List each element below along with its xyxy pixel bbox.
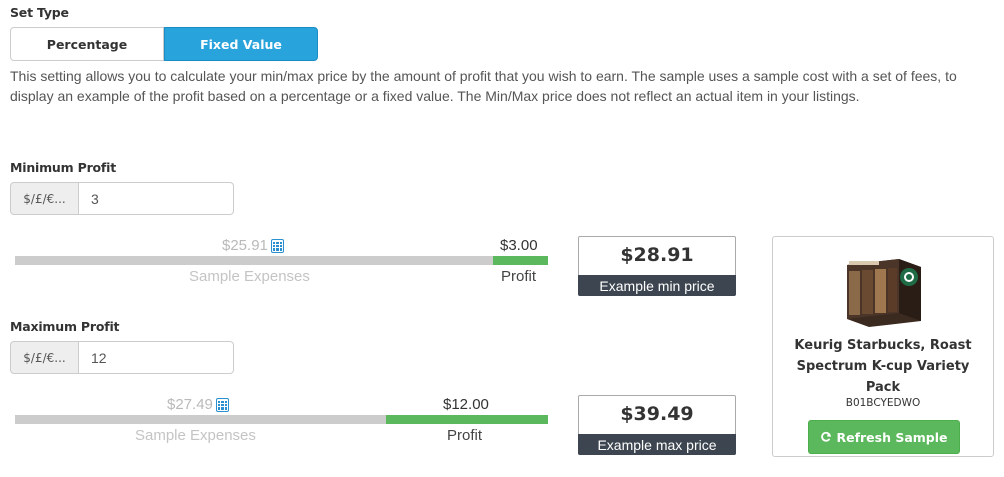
minimum-currency-addon: $/£/€...: [10, 182, 79, 215]
minimum-profit-value: $3.00: [500, 237, 538, 254]
minimum-expenses-readout: $25.91: [222, 237, 284, 254]
sample-product-title: Keurig Starbucks, Roast Spectrum K-cup V…: [794, 338, 972, 395]
maximum-expenses-segment: [15, 415, 386, 424]
minimum-profit-bar: [15, 256, 548, 265]
product-image: [847, 259, 921, 327]
minimum-expenses-label: Sample Expenses: [189, 268, 310, 285]
example-min-price-box: $28.91 Example min price: [578, 236, 736, 296]
example-max-price-value: $39.49: [620, 403, 694, 425]
maximum-expenses-readout: $27.49: [167, 396, 229, 413]
maximum-profit-label: Maximum Profit: [10, 319, 120, 334]
maximum-profit-segment: [385, 415, 548, 424]
minimum-profit-label: Minimum Profit: [10, 160, 117, 175]
refresh-icon: [821, 431, 832, 442]
example-max-price-box: $39.49 Example max price: [578, 395, 736, 455]
example-min-price-caption: Example min price: [578, 275, 736, 296]
minimum-profit-segment: [492, 256, 548, 265]
calculator-icon[interactable]: [215, 397, 229, 412]
maximum-profit-bar: [15, 415, 548, 424]
example-min-price-value: $28.91: [620, 244, 694, 266]
minimum-expenses-segment: [15, 256, 493, 265]
maximum-profit-input[interactable]: [79, 341, 234, 374]
maximum-expenses-label: Sample Expenses: [135, 427, 256, 444]
sample-product-asin: B01BCYEDWO: [845, 397, 921, 409]
minimum-expenses-value: $25.91: [222, 237, 268, 254]
refresh-sample-label: Refresh Sample: [836, 429, 948, 445]
minimum-profit-caption: Profit: [501, 268, 537, 285]
set-type-label: Set Type: [10, 5, 69, 20]
refresh-sample-button[interactable]: Refresh Sample: [808, 420, 960, 454]
fixed-value-toggle-button[interactable]: Fixed Value: [164, 27, 318, 61]
minimum-profit-input[interactable]: [79, 182, 234, 215]
maximum-expenses-value: $27.49: [167, 396, 213, 413]
example-max-price-caption: Example max price: [578, 434, 736, 455]
set-type-description: This setting allows you to calculate you…: [10, 68, 957, 104]
calculator-icon[interactable]: [270, 238, 284, 253]
sample-product-card: Keurig Starbucks, Roast Spectrum K-cup V…: [772, 236, 994, 457]
percentage-toggle-button[interactable]: Percentage: [10, 27, 164, 61]
maximum-currency-addon: $/£/€...: [10, 341, 79, 374]
maximum-profit-value: $12.00: [443, 396, 489, 413]
maximum-profit-caption: Profit: [447, 427, 483, 444]
